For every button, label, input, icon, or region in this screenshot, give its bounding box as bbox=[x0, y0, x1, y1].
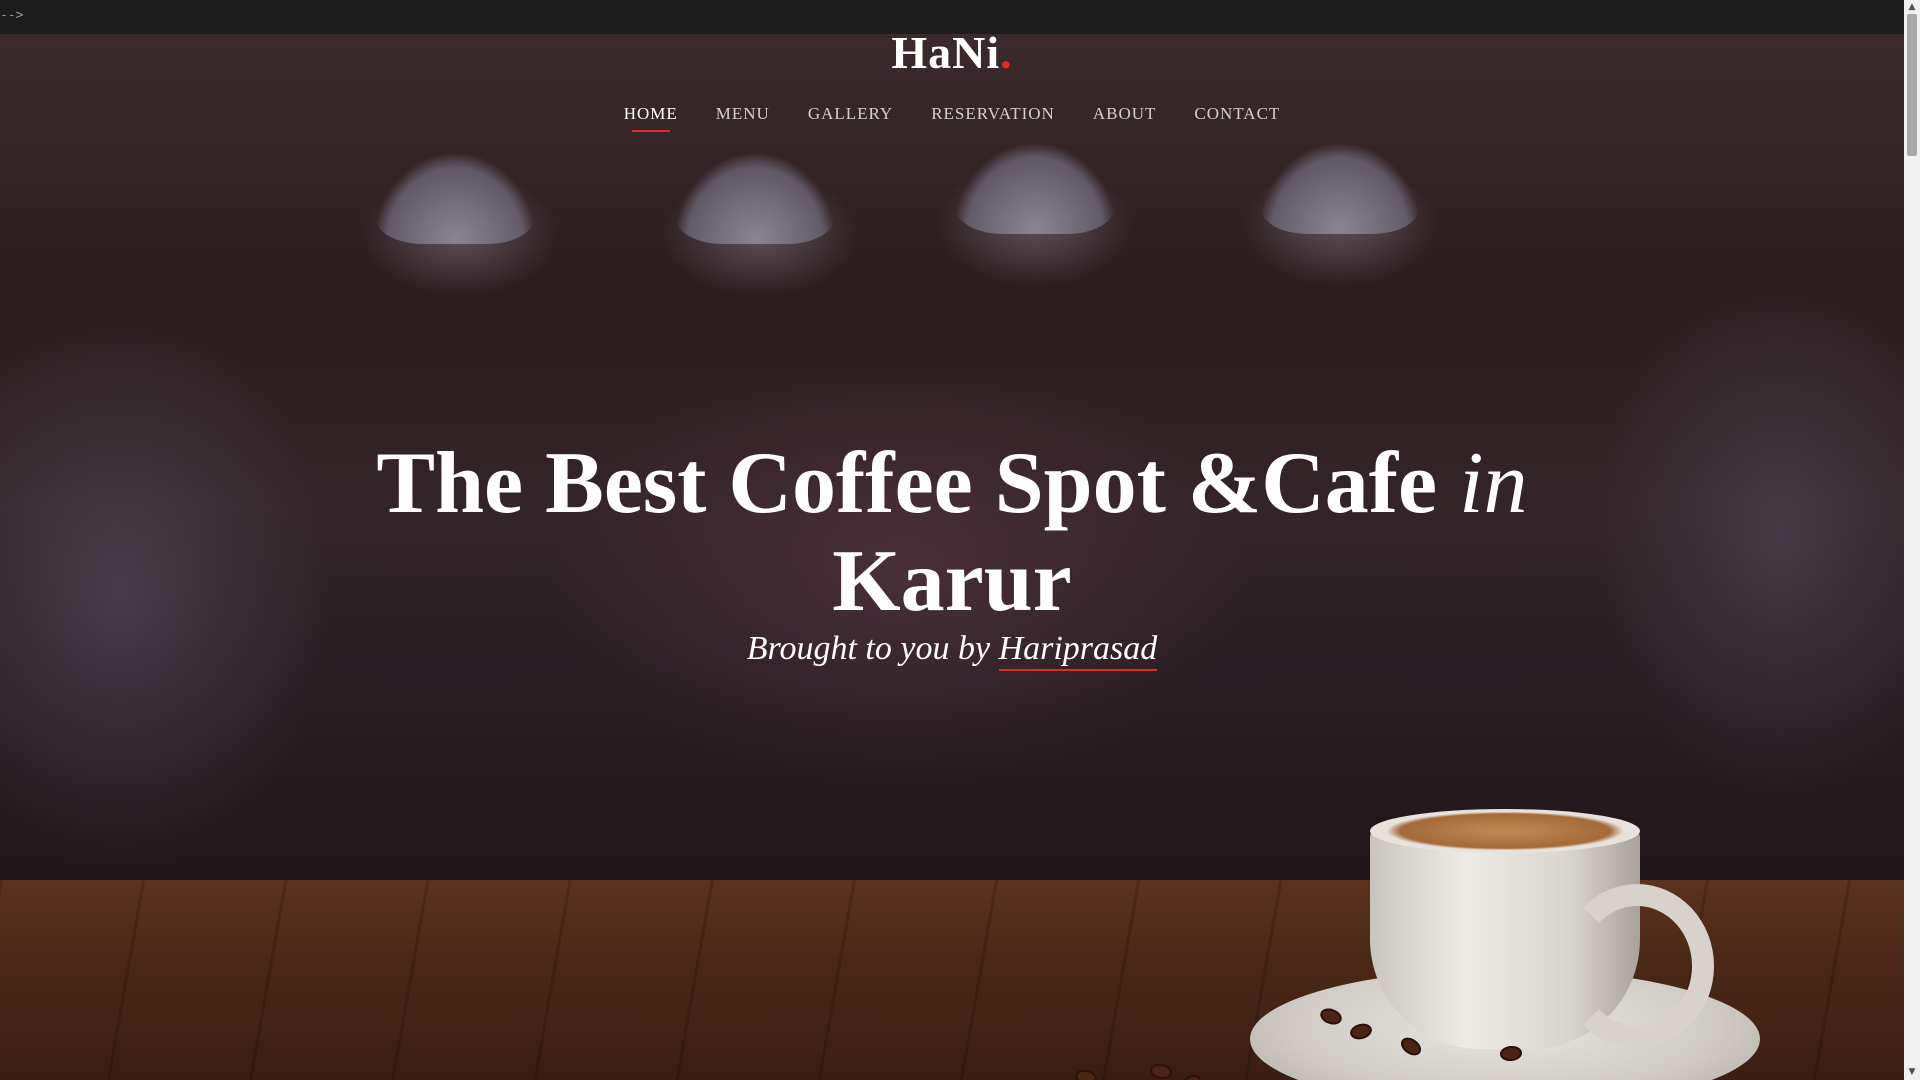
brand-dot: . bbox=[1000, 27, 1013, 78]
coffee-cup-rim bbox=[1370, 809, 1640, 853]
hero-subtitle: Brought to you by Hariprasad bbox=[0, 630, 1904, 671]
nav-item-reservation[interactable]: RESERVATION bbox=[931, 104, 1055, 132]
scroll-down-arrow-icon[interactable]: ▼ bbox=[1907, 1067, 1917, 1077]
pendant-lamp bbox=[1260, 144, 1420, 234]
main-nav: HOME MENU GALLERY RESERVATION ABOUT CONT… bbox=[0, 104, 1904, 132]
page-scrollbar[interactable]: ▲ ▼ bbox=[1904, 0, 1920, 1080]
headline-main: The Best Coffee Spot &Cafe bbox=[376, 435, 1438, 532]
hero-headline: The Best Coffee Spot &Cafe in Karur bbox=[0, 435, 1904, 631]
nav-item-gallery[interactable]: GALLERY bbox=[808, 104, 893, 132]
scroll-up-arrow-icon[interactable]: ▲ bbox=[1907, 2, 1917, 12]
brand-name: HaNi bbox=[891, 27, 1001, 78]
scrollbar-thumb[interactable] bbox=[1907, 14, 1917, 156]
nav-item-about[interactable]: ABOUT bbox=[1093, 104, 1157, 132]
pendant-lamp bbox=[955, 144, 1115, 234]
headline-italic: in bbox=[1459, 435, 1528, 532]
pendant-lamp bbox=[675, 154, 835, 244]
stray-text: --> bbox=[0, 8, 24, 23]
nav-item-home[interactable]: HOME bbox=[624, 104, 678, 132]
coffee-cup-handle bbox=[1560, 884, 1714, 1048]
nav-item-contact[interactable]: CONTACT bbox=[1194, 104, 1280, 132]
subtitle-name: Hariprasad bbox=[998, 630, 1158, 671]
brand-logo[interactable]: HaNi. bbox=[0, 26, 1904, 79]
nav-item-menu[interactable]: MENU bbox=[716, 104, 770, 132]
subtitle-prefix: Brought to you by bbox=[746, 630, 991, 667]
headline-end: Karur bbox=[832, 533, 1072, 630]
pendant-lamp bbox=[375, 154, 535, 244]
